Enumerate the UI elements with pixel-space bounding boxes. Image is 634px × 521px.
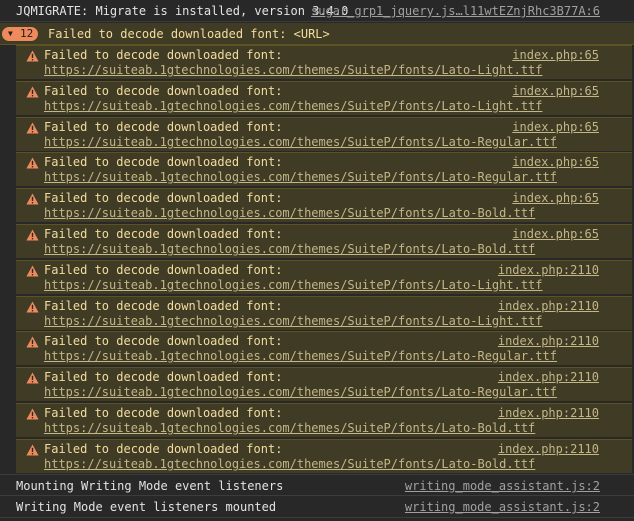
warning-count: 12 xyxy=(20,27,34,40)
font-url-link[interactable]: https://suiteab.1gtechnologies.com/theme… xyxy=(44,278,543,292)
warning-row: Failed to decode downloaded font: https:/… xyxy=(16,439,632,473)
warning-text: Failed to decode downloaded font: xyxy=(44,442,283,456)
warning-triangle-icon xyxy=(26,265,39,277)
font-url-link[interactable]: https://suiteab.1gtechnologies.com/theme… xyxy=(44,242,535,256)
source-link[interactable]: sugar_grp1_jquery.js…l11wtEZnjRhc3B77A:6 xyxy=(311,4,600,18)
warning-row: Failed to decode downloaded font: https:/… xyxy=(16,81,632,115)
warning-triangle-icon xyxy=(26,444,39,456)
warning-text: Failed to decode downloaded font: xyxy=(44,334,283,348)
warning-triangle-icon xyxy=(26,229,39,241)
source-link[interactable]: index.php:2110 xyxy=(498,406,599,420)
warning-triangle-icon xyxy=(26,50,39,62)
warning-text: Failed to decode downloaded font: xyxy=(44,370,283,384)
warning-row: Failed to decode downloaded font: https:/… xyxy=(16,224,632,258)
warning-triangle-icon xyxy=(26,122,39,134)
warning-row: Failed to decode downloaded font: https:/… xyxy=(16,188,632,222)
font-url-link[interactable]: https://suiteab.1gtechnologies.com/theme… xyxy=(44,63,543,77)
warning-triangle-icon xyxy=(26,372,39,384)
warning-row: Failed to decode downloaded font: https:/… xyxy=(16,152,632,186)
warning-group-header[interactable]: ▼ 12 Failed to decode downloaded font: <… xyxy=(0,23,634,45)
warning-text: Failed to decode downloaded font: xyxy=(44,263,283,277)
group-message: Failed to decode downloaded font: <URL> xyxy=(48,27,330,41)
console-message-text: Writing Mode event listeners mounted xyxy=(16,500,277,514)
source-link[interactable]: index.php:65 xyxy=(512,191,599,205)
font-url-link[interactable]: https://suiteab.1gtechnologies.com/theme… xyxy=(44,170,557,184)
source-link[interactable]: index.php:65 xyxy=(512,120,599,134)
warning-text: Failed to decode downloaded font: xyxy=(44,120,283,134)
warning-row: Failed to decode downloaded font: https:/… xyxy=(16,296,632,330)
warning-row: Failed to decode downloaded font: https:/… xyxy=(16,403,632,437)
warning-text: Failed to decode downloaded font: xyxy=(44,227,283,241)
font-url-link[interactable]: https://suiteab.1gtechnologies.com/theme… xyxy=(44,349,557,363)
console-message-text: Mounting Writing Mode event listeners xyxy=(16,479,284,493)
console-message-text: JQMIGRATE: Migrate is installed, version… xyxy=(16,4,349,18)
warning-row: Failed to decode downloaded font: https:/… xyxy=(16,260,632,294)
warning-text: Failed to decode downloaded font: xyxy=(44,155,283,169)
font-url-link[interactable]: https://suiteab.1gtechnologies.com/theme… xyxy=(44,385,557,399)
warning-text: Failed to decode downloaded font: xyxy=(44,84,283,98)
source-link[interactable]: index.php:2110 xyxy=(498,299,599,313)
source-link[interactable]: index.php:2110 xyxy=(498,442,599,456)
warning-triangle-icon xyxy=(26,301,39,313)
font-url-link[interactable]: https://suiteab.1gtechnologies.com/theme… xyxy=(44,206,535,220)
font-url-link[interactable]: https://suiteab.1gtechnologies.com/theme… xyxy=(44,421,535,435)
font-url-link[interactable]: https://suiteab.1gtechnologies.com/theme… xyxy=(44,314,543,328)
source-link[interactable]: index.php:65 xyxy=(512,155,599,169)
warning-row: Failed to decode downloaded font: https:/… xyxy=(16,45,632,79)
warning-count-badge[interactable]: ▼ 12 xyxy=(2,27,38,41)
warning-text: Failed to decode downloaded font: xyxy=(44,48,283,62)
source-link[interactable]: index.php:2110 xyxy=(498,370,599,384)
console-message-mounting: Mounting Writing Mode event listeners wr… xyxy=(0,474,634,496)
warning-triangle-icon xyxy=(26,157,39,169)
font-url-link[interactable]: https://suiteab.1gtechnologies.com/theme… xyxy=(44,99,543,113)
source-link[interactable]: writing_mode_assistant.js:2 xyxy=(405,479,600,493)
warning-triangle-icon xyxy=(26,336,39,348)
source-link[interactable]: writing_mode_assistant.js:2 xyxy=(405,500,600,514)
source-link[interactable]: index.php:2110 xyxy=(498,334,599,348)
source-link[interactable]: index.php:2110 xyxy=(498,263,599,277)
source-link[interactable]: index.php:65 xyxy=(512,227,599,241)
source-link[interactable]: index.php:65 xyxy=(512,48,599,62)
warning-triangle-icon xyxy=(26,193,39,205)
warning-triangle-icon xyxy=(26,86,39,98)
warning-text: Failed to decode downloaded font: xyxy=(44,406,283,420)
warning-text: Failed to decode downloaded font: xyxy=(44,299,283,313)
font-url-link[interactable]: https://suiteab.1gtechnologies.com/theme… xyxy=(44,457,535,471)
console-message-mounted: Writing Mode event listeners mounted wri… xyxy=(0,496,634,518)
console-message-jqmigrate: JQMIGRATE: Migrate is installed, version… xyxy=(0,0,634,22)
source-link[interactable]: index.php:65 xyxy=(512,84,599,98)
font-url-link[interactable]: https://suiteab.1gtechnologies.com/theme… xyxy=(44,135,557,149)
warning-triangle-icon xyxy=(26,408,39,420)
warning-row: Failed to decode downloaded font: https:/… xyxy=(16,117,632,151)
warning-row: Failed to decode downloaded font: https:/… xyxy=(16,367,632,401)
warning-text: Failed to decode downloaded font: xyxy=(44,191,283,205)
warning-row: Failed to decode downloaded font: https:/… xyxy=(16,331,632,365)
chevron-down-icon: ▼ xyxy=(8,29,13,38)
